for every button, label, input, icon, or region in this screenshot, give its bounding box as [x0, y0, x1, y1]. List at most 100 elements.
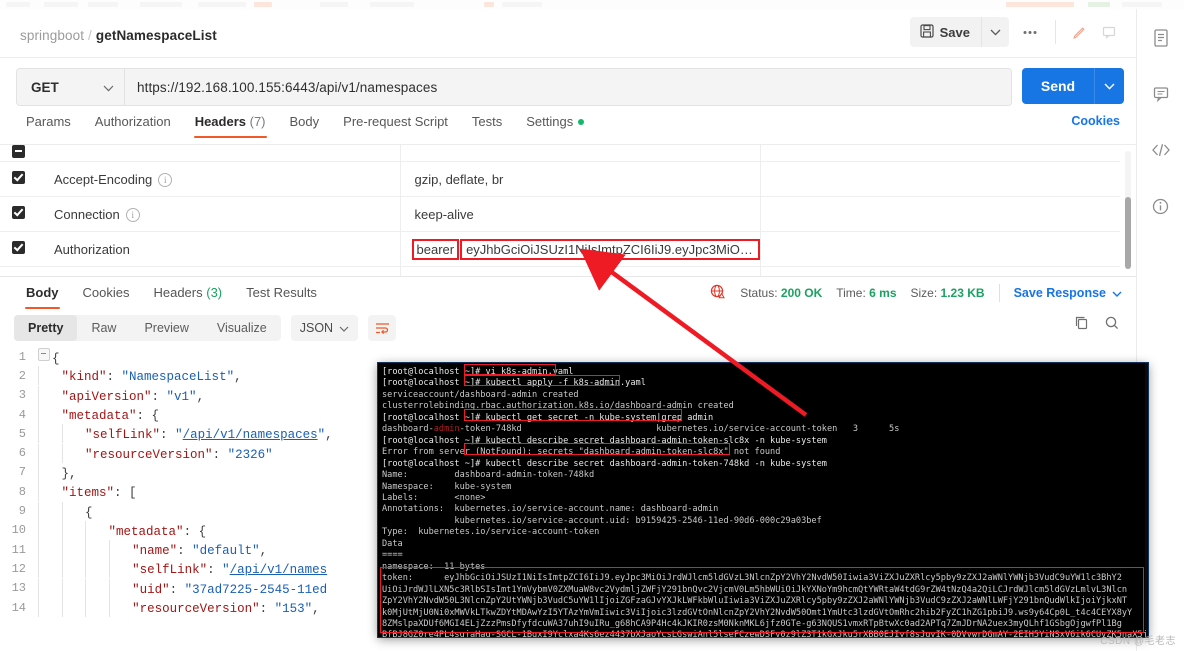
- row-key-cell[interactable]: Connection i: [40, 196, 401, 232]
- row-key-cell[interactable]: Key: [40, 266, 401, 276]
- tab-params[interactable]: Params: [14, 114, 83, 138]
- terminal-line: [root@localhost ~]# vi k8s-admin.yaml: [382, 367, 574, 377]
- row-checkbox[interactable]: [12, 241, 25, 254]
- network-warning-icon[interactable]: [710, 284, 726, 303]
- tab-headers-count: (7): [249, 114, 266, 129]
- tab-authorization[interactable]: Authorization: [83, 114, 183, 138]
- json-line-number: 12: [11, 561, 26, 576]
- breadcrumb-collection[interactable]: springboot: [20, 28, 84, 43]
- row-value-cell[interactable]: keep-alive: [400, 196, 761, 232]
- edit-icon[interactable]: [1064, 17, 1094, 47]
- info-icon[interactable]: i: [158, 172, 173, 187]
- request-header: springboot / getNamespaceList Save: [0, 9, 1136, 58]
- tab-settings[interactable]: Settings: [514, 114, 596, 138]
- row-checkbox[interactable]: [12, 145, 25, 158]
- json-line-content[interactable]: "selfLink": "/api/v1/names: [38, 559, 327, 579]
- status-text: Status: 200 OK: [740, 286, 822, 300]
- row-description-cell: [760, 145, 1120, 162]
- view-pretty[interactable]: Pretty: [14, 315, 78, 341]
- json-line-content[interactable]: "items": [: [38, 482, 137, 502]
- row-value-cell[interactable]: gzip, deflate, br: [400, 161, 761, 197]
- headers-scrollbar-thumb[interactable]: [1125, 197, 1131, 269]
- header-actions: Save: [909, 17, 1124, 47]
- response-tabs: Body Cookies Headers (3) Test Results St…: [0, 276, 1136, 309]
- breadcrumb-request-name[interactable]: getNamespaceList: [96, 28, 217, 43]
- response-format-select[interactable]: JSON: [290, 315, 359, 341]
- json-line-content[interactable]: },: [38, 462, 77, 482]
- row-key-cell[interactable]: Authorization: [40, 231, 401, 267]
- view-preview[interactable]: Preview: [130, 315, 202, 341]
- word-wrap-icon[interactable]: [368, 315, 397, 341]
- search-icon[interactable]: [1104, 315, 1120, 334]
- terminal-line: Annotations: kubernetes.io/service-accou…: [382, 504, 719, 515]
- json-line-content[interactable]: "metadata": {: [38, 520, 206, 540]
- row-value-cell[interactable]: Value: [400, 266, 761, 276]
- json-line-content[interactable]: {: [38, 347, 60, 366]
- code-icon[interactable]: [1148, 137, 1174, 163]
- view-visualize[interactable]: Visualize: [203, 315, 281, 341]
- row-key-cell[interactable]: Accept-Encoding i: [40, 161, 401, 197]
- row-description-cell[interactable]: [760, 161, 1120, 197]
- json-line-content[interactable]: "resourceVersion": "153",: [38, 598, 320, 617]
- tab-headers[interactable]: Headers (7): [183, 114, 278, 138]
- chevron-down-icon: [1112, 286, 1122, 300]
- comment-icon[interactable]: [1094, 17, 1124, 47]
- tab-body[interactable]: Body: [278, 114, 332, 138]
- save-dropdown-button[interactable]: [981, 17, 1009, 47]
- send-group: Send: [1022, 68, 1124, 104]
- save-button[interactable]: Save: [909, 17, 981, 47]
- cookies-link[interactable]: Cookies: [1071, 114, 1120, 128]
- json-line-content[interactable]: "metadata": {: [38, 405, 159, 425]
- response-tab-body[interactable]: Body: [14, 278, 71, 309]
- row-description-cell[interactable]: Description: [760, 266, 1120, 276]
- url-input[interactable]: https://192.168.100.155:6443/api/v1/name…: [125, 69, 1011, 105]
- status-label: Status:: [740, 286, 778, 300]
- row-checkbox[interactable]: [12, 171, 25, 184]
- json-line-content[interactable]: "kind": "NamespaceList",: [38, 366, 242, 386]
- auth-scheme-highlight: bearer: [411, 238, 460, 260]
- copy-icon[interactable]: [1074, 315, 1090, 334]
- response-tab-cookies[interactable]: Cookies: [71, 278, 142, 308]
- terminal-line: Namespace: kube-system: [382, 481, 512, 492]
- terminal-overlay[interactable]: [root@localhost ~]# vi k8s-admin.yaml [ro…: [378, 363, 1148, 637]
- terminal-line: namespace: 11 bytes: [382, 561, 486, 572]
- terminal-line: BfBJ8GZ0re4PL4sgjaHag-SGCL-1BqxI9Yclxa4K…: [382, 630, 1148, 637]
- row-description-cell[interactable]: [760, 196, 1120, 232]
- response-tab-headers[interactable]: Headers (3): [141, 278, 234, 308]
- response-tab-headers-count: (3): [206, 285, 223, 300]
- json-line-content[interactable]: "name": "default",: [38, 540, 267, 560]
- http-method-select[interactable]: GET: [17, 69, 125, 105]
- size-value: 1.23 KB: [940, 286, 985, 300]
- header-value: gzip, deflate, br: [414, 171, 504, 187]
- send-button[interactable]: Send: [1022, 68, 1094, 104]
- headers-scrollbar-track[interactable]: [1125, 151, 1131, 269]
- response-tab-test-results[interactable]: Test Results: [234, 278, 329, 308]
- response-format-value: JSON: [299, 321, 334, 335]
- json-line-content[interactable]: {: [38, 501, 93, 521]
- more-options-button[interactable]: [1013, 17, 1047, 47]
- save-response-button[interactable]: Save Response: [1014, 286, 1122, 300]
- row-description-cell[interactable]: [760, 231, 1120, 267]
- tab-pre-request-script[interactable]: Pre-request Script: [331, 114, 460, 138]
- terminal-line: Labels: <none>: [382, 492, 486, 503]
- info-icon[interactable]: [1148, 193, 1174, 219]
- status-value: 200 OK: [780, 286, 823, 300]
- documentation-icon[interactable]: [1148, 25, 1174, 51]
- terminal-line: [root@localhost ~]# kubectl get secret -…: [382, 412, 714, 423]
- row-value-cell[interactable]: bearer eyJhbGciOiJSUzI1NiIsImtpZCI6IiJ9.…: [400, 231, 761, 267]
- row-checkbox[interactable]: [12, 206, 25, 219]
- tab-tests[interactable]: Tests: [460, 114, 514, 138]
- send-dropdown-button[interactable]: [1094, 68, 1124, 104]
- json-line-content[interactable]: "selfLink": "/api/v1/namespaces",: [38, 424, 333, 444]
- comments-icon[interactable]: [1148, 81, 1174, 107]
- terminal-line: dashboard-admin-token-748kd kubernetes.i…: [382, 424, 900, 435]
- json-line-content[interactable]: "apiVersion": "v1",: [38, 385, 204, 405]
- view-raw[interactable]: Raw: [77, 315, 130, 341]
- response-toolbar: Pretty Raw Preview Visualize JSON: [0, 309, 1136, 347]
- info-icon[interactable]: i: [125, 207, 140, 222]
- json-line-content[interactable]: "uid": "37ad7225-2545-11ed: [38, 578, 327, 598]
- json-line-content[interactable]: "resourceVersion": "2326": [38, 443, 273, 463]
- terminal-line: serviceaccount/dashboard-admin created: [382, 389, 579, 400]
- request-tabs: Params Authorization Headers (7) Body Pr…: [0, 114, 1136, 145]
- terminal-line: kubernetes.io/service-account.uid: b9159…: [382, 515, 822, 526]
